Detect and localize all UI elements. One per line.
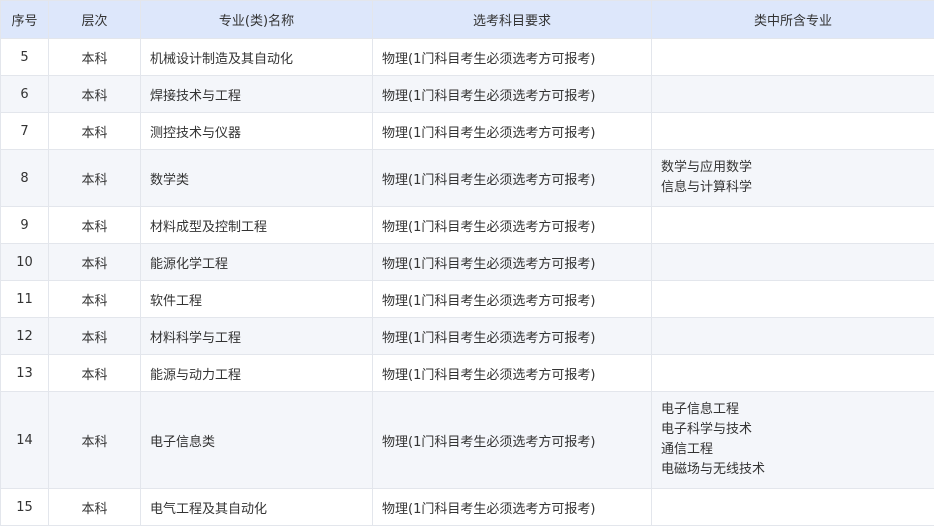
cell-sub-majors xyxy=(651,354,934,392)
table-row: 6 本科 焊接技术与工程 物理(1门科目考生必须选考方可报考) xyxy=(0,75,934,113)
header-level: 层次 xyxy=(48,0,141,39)
table-row: 9 本科 材料成型及控制工程 物理(1门科目考生必须选考方可报考) xyxy=(0,206,934,244)
cell-level: 本科 xyxy=(48,112,141,150)
cell-sub-majors: 电子信息工程 电子科学与技术 通信工程 电磁场与无线技术 xyxy=(651,391,934,489)
header-row: 序号 层次 专业(类)名称 选考科目要求 类中所含专业 xyxy=(0,0,934,39)
table-body: 5 本科 机械设计制造及其自动化 物理(1门科目考生必须选考方可报考) 6 本科… xyxy=(0,38,934,526)
sub-major-item: 电子科学与技术 xyxy=(661,422,753,437)
header-requirement: 选考科目要求 xyxy=(372,0,652,39)
cell-level: 本科 xyxy=(48,280,141,318)
cell-requirement: 物理(1门科目考生必须选考方可报考) xyxy=(372,354,652,392)
cell-no: 10 xyxy=(0,243,49,281)
table-row: 11 本科 软件工程 物理(1门科目考生必须选考方可报考) xyxy=(0,280,934,318)
cell-sub-majors xyxy=(651,38,934,76)
cell-requirement: 物理(1门科目考生必须选考方可报考) xyxy=(372,317,652,355)
cell-level: 本科 xyxy=(48,488,141,526)
cell-no: 7 xyxy=(0,112,49,150)
cell-sub-majors xyxy=(651,206,934,244)
cell-requirement: 物理(1门科目考生必须选考方可报考) xyxy=(372,243,652,281)
cell-sub-majors xyxy=(651,280,934,318)
cell-major: 机械设计制造及其自动化 xyxy=(140,38,373,76)
cell-sub-majors xyxy=(651,243,934,281)
cell-requirement: 物理(1门科目考生必须选考方可报考) xyxy=(372,149,652,207)
cell-major: 电子信息类 xyxy=(140,391,373,489)
table-header: 序号 层次 专业(类)名称 选考科目要求 类中所含专业 xyxy=(0,0,934,39)
table-row: 10 本科 能源化学工程 物理(1门科目考生必须选考方可报考) xyxy=(0,243,934,281)
sub-major-item: 电磁场与无线技术 xyxy=(661,462,766,477)
sub-major-item: 数学与应用数学 xyxy=(661,160,753,175)
table-row: 15 本科 电气工程及其自动化 物理(1门科目考生必须选考方可报考) xyxy=(0,488,934,526)
table-row: 8 本科 数学类 物理(1门科目考生必须选考方可报考) 数学与应用数学 信息与计… xyxy=(0,149,934,207)
cell-level: 本科 xyxy=(48,206,141,244)
cell-no: 8 xyxy=(0,149,49,207)
cell-no: 6 xyxy=(0,75,49,113)
cell-major: 电气工程及其自动化 xyxy=(140,488,373,526)
cell-major: 测控技术与仪器 xyxy=(140,112,373,150)
cell-requirement: 物理(1门科目考生必须选考方可报考) xyxy=(372,391,652,489)
cell-no: 15 xyxy=(0,488,49,526)
cell-major: 能源与动力工程 xyxy=(140,354,373,392)
cell-sub-majors xyxy=(651,317,934,355)
header-no: 序号 xyxy=(0,0,49,39)
sub-major-item: 通信工程 xyxy=(661,442,714,457)
cell-major: 材料科学与工程 xyxy=(140,317,373,355)
cell-major: 能源化学工程 xyxy=(140,243,373,281)
cell-sub-majors: 数学与应用数学 信息与计算科学 xyxy=(651,149,934,207)
header-sub-majors: 类中所含专业 xyxy=(651,0,934,39)
cell-level: 本科 xyxy=(48,317,141,355)
cell-no: 13 xyxy=(0,354,49,392)
cell-level: 本科 xyxy=(48,354,141,392)
cell-sub-majors xyxy=(651,488,934,526)
cell-level: 本科 xyxy=(48,38,141,76)
cell-requirement: 物理(1门科目考生必须选考方可报考) xyxy=(372,280,652,318)
cell-level: 本科 xyxy=(48,149,141,207)
cell-level: 本科 xyxy=(48,243,141,281)
cell-major: 材料成型及控制工程 xyxy=(140,206,373,244)
cell-requirement: 物理(1门科目考生必须选考方可报考) xyxy=(372,488,652,526)
cell-no: 5 xyxy=(0,38,49,76)
cell-requirement: 物理(1门科目考生必须选考方可报考) xyxy=(372,75,652,113)
cell-no: 9 xyxy=(0,206,49,244)
cell-major: 数学类 xyxy=(140,149,373,207)
cell-no: 12 xyxy=(0,317,49,355)
table-row: 14 本科 电子信息类 物理(1门科目考生必须选考方可报考) 电子信息工程 电子… xyxy=(0,391,934,489)
cell-requirement: 物理(1门科目考生必须选考方可报考) xyxy=(372,38,652,76)
cell-no: 11 xyxy=(0,280,49,318)
cell-major: 焊接技术与工程 xyxy=(140,75,373,113)
cell-sub-majors xyxy=(651,112,934,150)
cell-major: 软件工程 xyxy=(140,280,373,318)
table-row: 13 本科 能源与动力工程 物理(1门科目考生必须选考方可报考) xyxy=(0,354,934,392)
table-row: 7 本科 测控技术与仪器 物理(1门科目考生必须选考方可报考) xyxy=(0,112,934,150)
sub-major-item: 信息与计算科学 xyxy=(661,180,753,195)
cell-sub-majors xyxy=(651,75,934,113)
table-row: 5 本科 机械设计制造及其自动化 物理(1门科目考生必须选考方可报考) xyxy=(0,38,934,76)
cell-level: 本科 xyxy=(48,75,141,113)
cell-requirement: 物理(1门科目考生必须选考方可报考) xyxy=(372,206,652,244)
header-major: 专业(类)名称 xyxy=(140,0,373,39)
cell-level: 本科 xyxy=(48,391,141,489)
majors-table: 序号 层次 专业(类)名称 选考科目要求 类中所含专业 5 本科 机械设计制造及… xyxy=(0,0,934,526)
cell-no: 14 xyxy=(0,391,49,489)
sub-major-item: 电子信息工程 xyxy=(661,402,740,417)
cell-requirement: 物理(1门科目考生必须选考方可报考) xyxy=(372,112,652,150)
table-row: 12 本科 材料科学与工程 物理(1门科目考生必须选考方可报考) xyxy=(0,317,934,355)
